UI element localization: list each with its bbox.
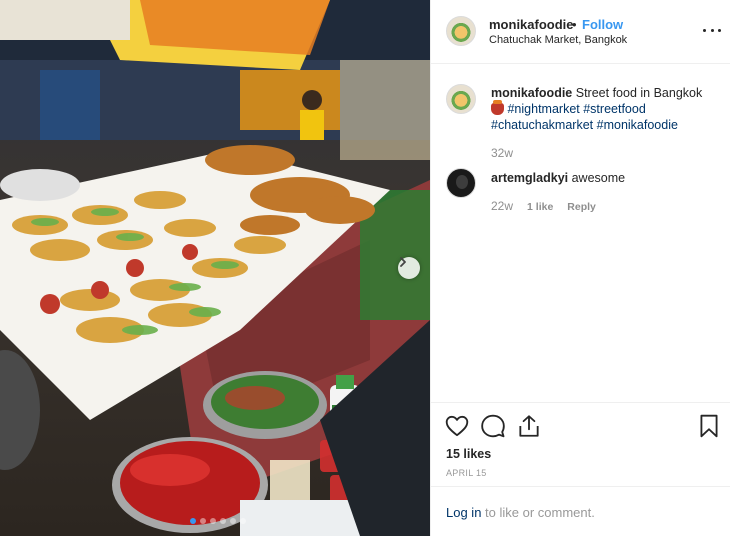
location-link[interactable]: Chatuchak Market, Bangkok	[489, 34, 627, 46]
avatar[interactable]	[446, 16, 476, 46]
caption-username[interactable]: monikafoodie	[491, 86, 572, 100]
caption-meta: 32w	[491, 146, 513, 160]
comment: artemgladkyi awesome	[491, 170, 716, 186]
carousel-dots	[190, 518, 246, 524]
carousel-dot	[200, 518, 206, 524]
follow-button[interactable]: Follow	[582, 17, 623, 32]
street-food-stall-image	[0, 0, 430, 536]
login-prompt: Log in to like or comment.	[431, 486, 730, 536]
heart-icon[interactable]	[444, 413, 470, 439]
post-sidebar: monikafoodie • Follow Chatuchak Market, …	[430, 0, 730, 536]
avatar[interactable]	[446, 168, 476, 198]
share-icon[interactable]	[516, 413, 542, 439]
post-header: monikafoodie • Follow Chatuchak Market, …	[431, 0, 730, 64]
caption-text: Street food in Bangkok	[575, 86, 703, 100]
comments-section: monikafoodie Street food in Bangkok #nig…	[431, 64, 730, 402]
carousel-dot	[220, 518, 226, 524]
carousel-dot	[230, 518, 236, 524]
post-date[interactable]: APRIL 15	[446, 468, 487, 478]
post-actions: 15 likes APRIL 15	[431, 402, 730, 486]
more-options-icon[interactable]	[703, 21, 721, 39]
login-link[interactable]: Log in	[446, 505, 481, 520]
avatar[interactable]	[446, 84, 476, 114]
reply-button[interactable]: Reply	[567, 201, 596, 213]
caption: monikafoodie Street food in Bangkok #nig…	[491, 85, 716, 133]
header-separator: •	[572, 17, 577, 32]
post-photo[interactable]	[0, 0, 430, 536]
comment-time[interactable]: 22w	[491, 199, 513, 213]
comment-likes[interactable]: 1 like	[527, 201, 553, 213]
carousel-dot	[240, 518, 246, 524]
caption-time[interactable]: 32w	[491, 146, 513, 160]
chevron-right-icon	[400, 257, 406, 267]
carousel-dot	[190, 518, 196, 524]
header-username[interactable]: monikafoodie	[489, 17, 574, 32]
next-photo-button[interactable]	[398, 257, 420, 279]
comment-meta: 22w 1 like Reply	[491, 199, 596, 213]
hashtag-link[interactable]: #chatuchakmarket	[491, 118, 593, 132]
food-emoji-icon	[491, 100, 504, 115]
login-text: to like or comment.	[485, 505, 595, 520]
hashtag-link[interactable]: #streetfood	[583, 102, 646, 116]
carousel-dot	[210, 518, 216, 524]
bookmark-icon[interactable]	[696, 413, 722, 439]
likes-count[interactable]: 15 likes	[446, 447, 491, 461]
comment-username[interactable]: artemgladkyi	[491, 171, 568, 185]
comment-icon[interactable]	[480, 413, 506, 439]
comment-text: awesome	[571, 171, 626, 185]
hashtag-link[interactable]: #monikafoodie	[597, 118, 678, 132]
hashtag-link[interactable]: #nightmarket	[507, 102, 579, 116]
